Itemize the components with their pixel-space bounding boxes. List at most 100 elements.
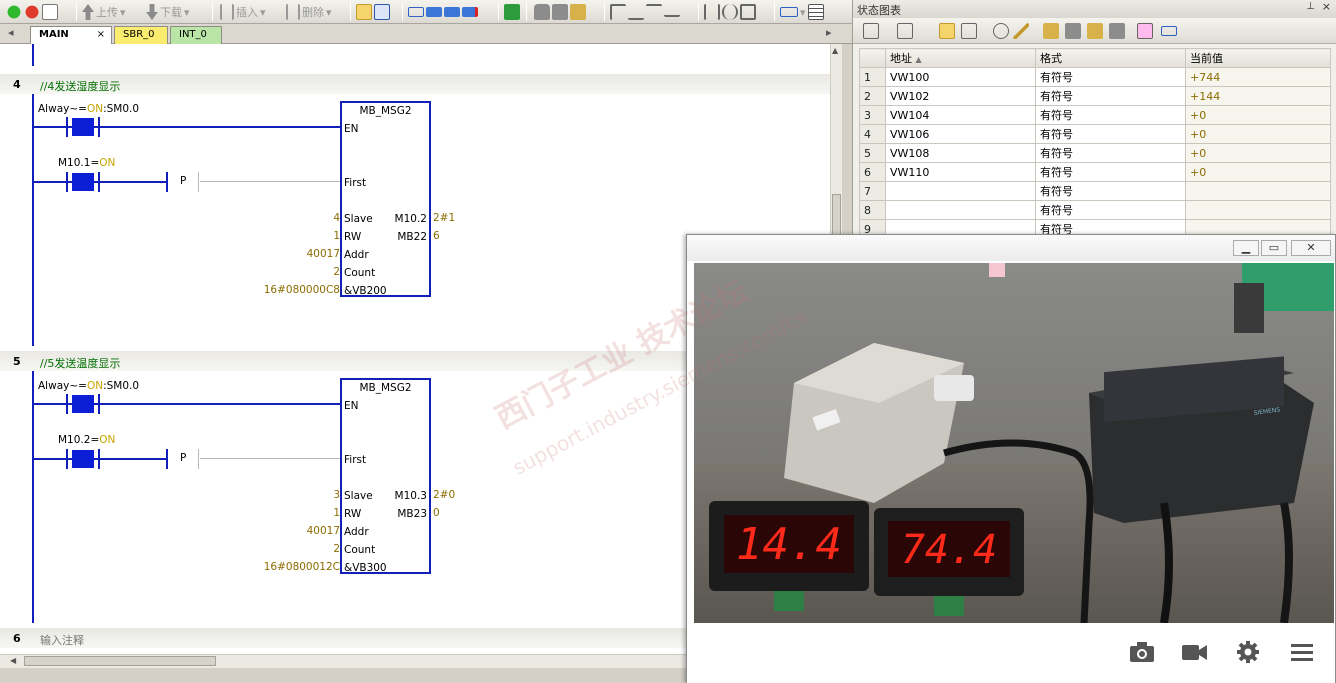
current-value-cell[interactable]: +144 [1185, 86, 1331, 106]
menu-icon[interactable] [1287, 639, 1317, 665]
horizontal-scrollbar[interactable]: ◀ [0, 654, 686, 668]
input-value[interactable]: 40017 [307, 525, 340, 537]
contact-m10-2[interactable] [72, 450, 94, 468]
pou-icon[interactable] [780, 7, 798, 17]
positive-edge[interactable]: P [180, 175, 186, 187]
next-bookmark-icon[interactable] [444, 7, 460, 17]
mb-msg2-block[interactable]: MB_MSG2 EN First Slave RW Addr Count &VB… [340, 378, 431, 574]
coil-icon[interactable] [722, 4, 738, 20]
insert-button[interactable]: 插入 ▾ [220, 3, 266, 21]
current-value-cell[interactable]: +0 [1185, 162, 1331, 182]
address-cell[interactable]: VW102 [885, 86, 1036, 106]
lock-all-icon[interactable] [552, 4, 568, 20]
positive-edge[interactable]: P [180, 452, 186, 464]
format-cell[interactable]: 有符号 [1035, 124, 1186, 144]
format-cell[interactable]: 有符号 [1035, 162, 1186, 182]
close-icon[interactable]: ✕ [1291, 240, 1331, 256]
network-view-icon[interactable] [356, 4, 372, 20]
clear-bookmark-icon[interactable] [462, 7, 478, 17]
goto-icon[interactable] [504, 4, 520, 20]
current-value-cell[interactable]: +0 [1185, 143, 1331, 163]
current-value-cell[interactable]: +744 [1185, 67, 1331, 87]
trend-view-icon[interactable] [1137, 23, 1153, 39]
input-value[interactable]: 1 [333, 230, 340, 242]
box-icon[interactable] [740, 4, 756, 20]
chevron-left-icon[interactable]: ◂ [8, 26, 14, 39]
format-cell[interactable]: 有符号 [1035, 105, 1186, 125]
prev-bookmark-icon[interactable] [426, 7, 442, 17]
input-value[interactable]: 4 [333, 212, 340, 224]
input-value[interactable]: 3 [333, 489, 340, 501]
status-row[interactable]: 6 VW110 有符号 +0 [859, 162, 1331, 182]
contact-icon[interactable] [704, 4, 720, 20]
network-comment[interactable]: //4发送湿度显示 [40, 78, 120, 94]
status-row[interactable]: 4 VW106 有符号 +0 [859, 124, 1331, 144]
input-value[interactable]: 16#080000C8 [264, 284, 340, 296]
insert-row-icon[interactable] [863, 23, 879, 39]
chart-status-icon[interactable] [939, 23, 955, 39]
input-value[interactable]: 40017 [307, 248, 340, 260]
close-icon[interactable]: × [97, 29, 105, 40]
format-icon[interactable] [1161, 26, 1177, 36]
address-cell[interactable]: VW110 [885, 162, 1036, 182]
mb-msg2-block[interactable]: MB_MSG2 EN First Slave RW Addr Count &VB… [340, 101, 431, 297]
unforce-icon[interactable] [1065, 23, 1081, 39]
camera-icon[interactable] [1127, 639, 1157, 665]
format-cell[interactable]: 有符号 [1035, 67, 1186, 87]
download-button[interactable]: 下载 ▾ [146, 3, 190, 21]
address-cell[interactable]: VW100 [885, 67, 1036, 87]
line-left-icon[interactable] [646, 4, 662, 20]
close-icon[interactable]: × [1322, 0, 1331, 13]
current-value-cell[interactable] [1185, 181, 1331, 201]
status-row[interactable]: 2 VW102 有符号 +144 [859, 86, 1331, 106]
tab-main[interactable]: MAIN × [30, 26, 112, 44]
single-read-icon[interactable] [961, 23, 977, 39]
current-value-cell[interactable]: +0 [1185, 124, 1331, 144]
header-current[interactable]: 当前值 [1185, 48, 1331, 68]
address-cell[interactable] [885, 181, 1036, 201]
lock-icon[interactable] [534, 4, 550, 20]
input-value[interactable]: 2 [333, 543, 340, 555]
tab-int0[interactable]: INT_0 [170, 26, 222, 44]
chevron-right-icon[interactable]: ▸ [826, 26, 832, 39]
scroll-left-icon[interactable]: ◀ [10, 656, 16, 665]
line-right-icon[interactable] [664, 8, 680, 17]
unlock-icon[interactable] [570, 4, 586, 20]
contact-sm0-0[interactable] [72, 395, 94, 413]
scroll-thumb[interactable] [24, 656, 216, 666]
input-value[interactable]: 1 [333, 507, 340, 519]
network-comment[interactable]: 输入注释 [40, 632, 84, 648]
contact-m10-1[interactable] [72, 173, 94, 191]
header-address[interactable]: 地址 ▲ [885, 48, 1036, 68]
format-cell[interactable]: 有符号 [1035, 181, 1186, 201]
restore-icon[interactable]: ▭ [1261, 240, 1287, 256]
upload-button[interactable]: 上传 ▾ [82, 3, 126, 21]
read-forced-icon[interactable] [1109, 23, 1125, 39]
status-row[interactable]: 8 有符号 [859, 200, 1331, 220]
minimize-icon[interactable]: ▁ [1233, 240, 1259, 256]
ladder-view-icon[interactable] [374, 4, 390, 20]
compile-icon[interactable] [42, 4, 58, 20]
address-cell[interactable]: VW108 [885, 143, 1036, 163]
line-up-icon[interactable] [610, 4, 626, 20]
scroll-up-icon[interactable]: ▲ [832, 46, 838, 55]
unforce-all-icon[interactable] [1087, 23, 1103, 39]
format-cell[interactable]: 有符号 [1035, 200, 1186, 220]
stop-icon[interactable] [24, 4, 40, 20]
format-cell[interactable]: 有符号 [1035, 86, 1186, 106]
bookmark-icon[interactable] [408, 7, 424, 17]
header-format[interactable]: 格式 [1035, 48, 1186, 68]
status-row[interactable]: 7 有符号 [859, 181, 1331, 201]
address-cell[interactable]: VW104 [885, 105, 1036, 125]
contact-sm0-0[interactable] [72, 118, 94, 136]
pencil-icon[interactable] [1013, 23, 1029, 39]
format-cell[interactable]: 有符号 [1035, 143, 1186, 163]
pin-icon[interactable]: ⊥ [1306, 1, 1315, 12]
line-down-icon[interactable] [628, 4, 644, 20]
write-all-icon[interactable] [993, 23, 1009, 39]
delete-button[interactable]: 删除 ▾ [286, 3, 332, 21]
status-row[interactable]: 1 VW100 有符号 +744 [859, 67, 1331, 87]
input-value[interactable]: 16#0800012C [264, 561, 340, 573]
video-icon[interactable] [1179, 639, 1209, 665]
status-row[interactable]: 5 VW108 有符号 +0 [859, 143, 1331, 163]
